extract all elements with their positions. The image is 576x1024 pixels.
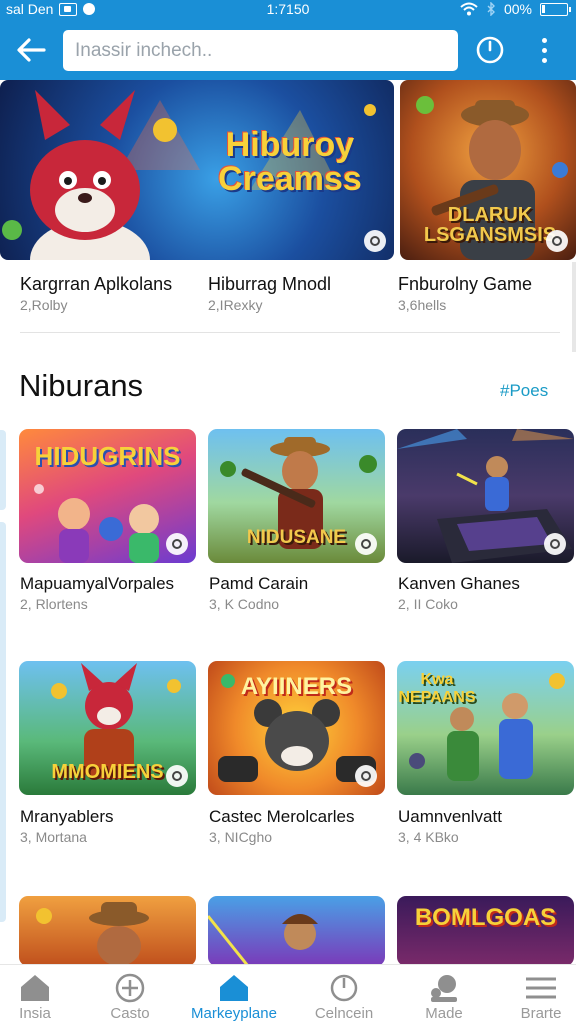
game-card-4[interactable]: MMOMIENS: [19, 661, 196, 795]
game-name-1[interactable]: MapuamyalVorpales: [20, 574, 174, 594]
game-name-4[interactable]: Mranyablers: [20, 807, 114, 827]
nav-label: Brarte: [520, 1005, 562, 1022]
plus-circle-icon: [115, 973, 145, 1003]
nav-label: Insia: [19, 1005, 51, 1022]
game-card-8[interactable]: [208, 896, 385, 966]
game-art-7: [36, 902, 149, 966]
app-bar: [0, 20, 576, 80]
badge-icon: [355, 765, 377, 787]
wifi-icon: [460, 2, 478, 16]
battery-percent: 00%: [503, 1, 532, 17]
game-card-9[interactable]: BOMLGOAS: [397, 896, 574, 966]
nav-label: Casto: [110, 1005, 150, 1022]
bluetooth-icon: [487, 2, 495, 16]
game-card-5[interactable]: AYIINERS: [208, 661, 385, 795]
game-sub-3: 2, II Coko: [398, 596, 458, 612]
nav-item-casto[interactable]: Casto: [80, 965, 180, 1024]
scrollbar[interactable]: [572, 262, 576, 352]
nav-item-brarte[interactable]: Brarte: [491, 965, 576, 1024]
featured-sub-3: 3,6hells: [398, 297, 447, 313]
game-name-5[interactable]: Castec Merolcarles: [209, 807, 355, 827]
more-vertical-icon: [541, 37, 547, 43]
back-button[interactable]: [14, 34, 48, 66]
game-card-6[interactable]: Kwa NEPAANS: [397, 661, 574, 795]
game-art-8: [208, 914, 318, 966]
bottom-nav: Insia Casto Markeyplane Celncein Made Br…: [0, 964, 576, 1024]
power-icon: [330, 974, 358, 1002]
game-name-3[interactable]: Kanven Ghanes: [398, 574, 520, 594]
featured-art-title-2: DLARUK LSGANSMSIS: [423, 204, 557, 246]
divider: [20, 332, 560, 333]
featured-carousel[interactable]: Hiburoy Creamss DLARUK LSGANSMSIS: [0, 80, 576, 260]
badge-icon: [166, 765, 188, 787]
game-card-3[interactable]: [397, 429, 574, 563]
home-icon: [220, 975, 248, 1001]
badge-icon: [355, 533, 377, 555]
face-location-icon: [431, 975, 457, 1002]
home-icon: [21, 975, 49, 1001]
game-card-2[interactable]: NIDUSANE: [208, 429, 385, 563]
nav-item-markeyplane[interactable]: Markeyplane: [184, 965, 284, 1024]
game-sub-4: 3, Mortana: [20, 829, 87, 845]
section-title: Niburans: [19, 368, 144, 403]
nav-item-celncein[interactable]: Celncein: [294, 965, 394, 1024]
game-sub-6: 3, 4 KBko: [398, 829, 459, 845]
game-name-2[interactable]: Pamd Carain: [209, 574, 308, 594]
featured-card-2[interactable]: DLARUK LSGANSMSIS: [400, 80, 576, 260]
badge-icon: [166, 533, 188, 555]
featured-art-title-1: Hiburoy Creamss: [218, 126, 362, 198]
game-name-6[interactable]: Uamnvenlvatt: [398, 807, 502, 827]
search-input[interactable]: [63, 30, 458, 71]
section-see-all-link[interactable]: #Poes: [500, 381, 548, 401]
featured-sub-2: 2,IRexky: [208, 297, 263, 313]
featured-sub-1: 2,Rolby: [20, 297, 68, 313]
featured-title-2[interactable]: Hiburrag Mnodl: [208, 274, 331, 295]
badge-icon: [546, 230, 568, 252]
arrow-left-icon: [17, 38, 46, 62]
nav-label: Made: [425, 1005, 463, 1022]
badge-icon: [364, 230, 386, 252]
nav-label: Celncein: [314, 1005, 374, 1022]
timer-button[interactable]: [474, 34, 506, 66]
nav-item-insia[interactable]: Insia: [0, 965, 85, 1024]
nav-item-made[interactable]: Made: [394, 965, 494, 1024]
battery-icon: [540, 2, 571, 16]
featured-title-3[interactable]: Fnburolny Game: [398, 274, 532, 295]
more-options-button[interactable]: [532, 34, 556, 66]
game-card-1[interactable]: HIDUGRINS: [19, 429, 196, 563]
game-art-title-5: AYIINERS: [240, 673, 353, 700]
game-art-title-9: BOMLGOAS: [414, 904, 557, 931]
game-sub-2: 3, K Codno: [209, 596, 280, 612]
search-box[interactable]: [63, 30, 458, 71]
game-art-title-6: Kwa NEPAANS: [398, 671, 476, 706]
featured-title-1[interactable]: Kargrran Aplkolans: [20, 274, 172, 295]
carousel-edge: [0, 430, 6, 510]
featured-card-1[interactable]: Hiburoy Creamss: [0, 80, 394, 260]
menu-icon: [526, 977, 556, 999]
carousel-edge: [0, 522, 6, 922]
app-screen: sal Den 1:7150 00% Inassir inchech.. Hib…: [0, 0, 576, 1024]
game-sub-5: 3, NICgho: [209, 829, 273, 845]
badge-icon: [544, 533, 566, 555]
game-art-title-1: HIDUGRINS: [34, 441, 181, 471]
game-sub-1: 2, Rlortens: [20, 596, 88, 612]
game-card-7[interactable]: [19, 896, 196, 966]
nav-label: Markeyplane: [191, 1005, 277, 1022]
status-bar: sal Den 1:7150 00%: [0, 0, 576, 20]
timer-icon: [476, 36, 504, 64]
status-right: 00%: [460, 1, 571, 17]
